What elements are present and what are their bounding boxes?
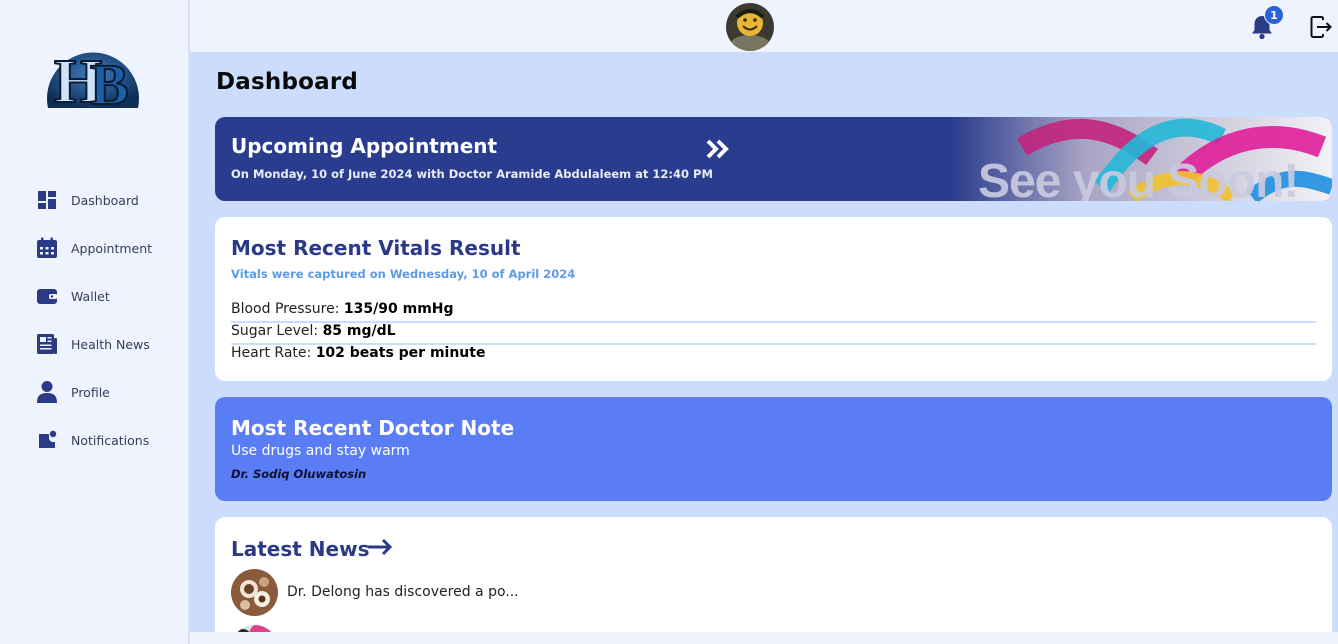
vital-label: Blood Pressure: — [231, 301, 344, 317]
newspaper-icon — [36, 333, 58, 355]
doctor-note-title: Most Recent Doctor Note — [231, 416, 515, 440]
calendar-icon — [36, 237, 58, 259]
dashboard-icon — [36, 189, 58, 211]
sidebar-item-label: Dashboard — [71, 192, 139, 208]
news-thumbnail[interactable] — [231, 569, 278, 616]
news-item-text[interactable]: Dr. Delong has discovered a po... — [287, 584, 519, 600]
hb-logo[interactable]: H B — [44, 38, 142, 118]
vital-row-sugar-level: Sugar Level: 85 mg/dL — [231, 323, 1316, 345]
latest-news-card: Latest News Dr. Delong has discovered a … — [215, 517, 1332, 644]
appointment-title: Upcoming Appointment — [231, 134, 498, 158]
appointment-details: On Monday, 10 of June 2024 with Doctor A… — [231, 167, 713, 181]
vital-label: Sugar Level: — [231, 323, 323, 339]
vital-label: Heart Rate: — [231, 345, 316, 361]
notification-icon — [36, 429, 58, 451]
vital-value: 102 beats per minute — [315, 345, 486, 361]
upcoming-appointment-card[interactable]: Upcoming Appointment On Monday, 10 of Ju… — [215, 117, 1332, 201]
latest-news-title: Latest News — [231, 537, 370, 561]
banner-text: See you Soon! — [978, 155, 1298, 201]
vital-value: 85 mg/dL — [322, 323, 396, 339]
sidebar-item-label: Health News — [71, 336, 150, 352]
doctor-note-text: Use drugs and stay warm — [231, 443, 410, 459]
sidebar-item-label: Wallet — [71, 288, 110, 304]
vital-row-heart-rate: Heart Rate: 102 beats per minute — [231, 345, 1316, 367]
sidebar-item-dashboard[interactable]: Dashboard — [0, 176, 188, 224]
doctor-note-card: Most Recent Doctor Note Use drugs and st… — [215, 397, 1332, 501]
bottom-strip — [190, 632, 1338, 644]
see-you-soon-banner: See you Soon! — [952, 117, 1332, 201]
sidebar-item-wallet[interactable]: Wallet — [0, 272, 188, 320]
top-bar: 1 — [190, 0, 1338, 52]
sidebar-item-profile[interactable]: Profile — [0, 368, 188, 416]
sidebar-item-label: Appointment — [71, 240, 153, 256]
vitals-card: Most Recent Vitals Result Vitals were ca… — [215, 217, 1332, 381]
sidebar-item-health-news[interactable]: Health News — [0, 320, 188, 368]
double-chevron-right-icon[interactable] — [705, 137, 731, 161]
doctor-name: Dr. Sodiq Oluwatosin — [231, 467, 367, 481]
logout-icon[interactable] — [1310, 16, 1332, 38]
user-icon — [36, 381, 58, 403]
sidebar-item-label: Notifications — [71, 432, 150, 448]
user-avatar[interactable] — [726, 3, 774, 51]
sidebar: H B Dashboard Appointment Wallet Health … — [0, 0, 190, 644]
arrow-right-icon[interactable] — [367, 538, 393, 556]
vitals-title: Most Recent Vitals Result — [231, 236, 521, 260]
vital-value: 135/90 mmHg — [343, 301, 454, 317]
vitals-date: Vitals were captured on Wednesday, 10 of… — [231, 267, 576, 281]
vital-row-blood-pressure: Blood Pressure: 135/90 mmHg — [231, 301, 1316, 323]
wallet-icon — [36, 285, 58, 307]
sidebar-item-appointment[interactable]: Appointment — [0, 224, 188, 272]
notification-count-badge: 1 — [1264, 5, 1284, 25]
page-title: Dashboard — [216, 69, 359, 95]
sidebar-item-label: Profile — [71, 384, 110, 400]
sidebar-item-notifications[interactable]: Notifications — [0, 416, 188, 464]
svg-text:B: B — [90, 52, 129, 110]
sidebar-nav: Dashboard Appointment Wallet Health News… — [0, 176, 188, 464]
